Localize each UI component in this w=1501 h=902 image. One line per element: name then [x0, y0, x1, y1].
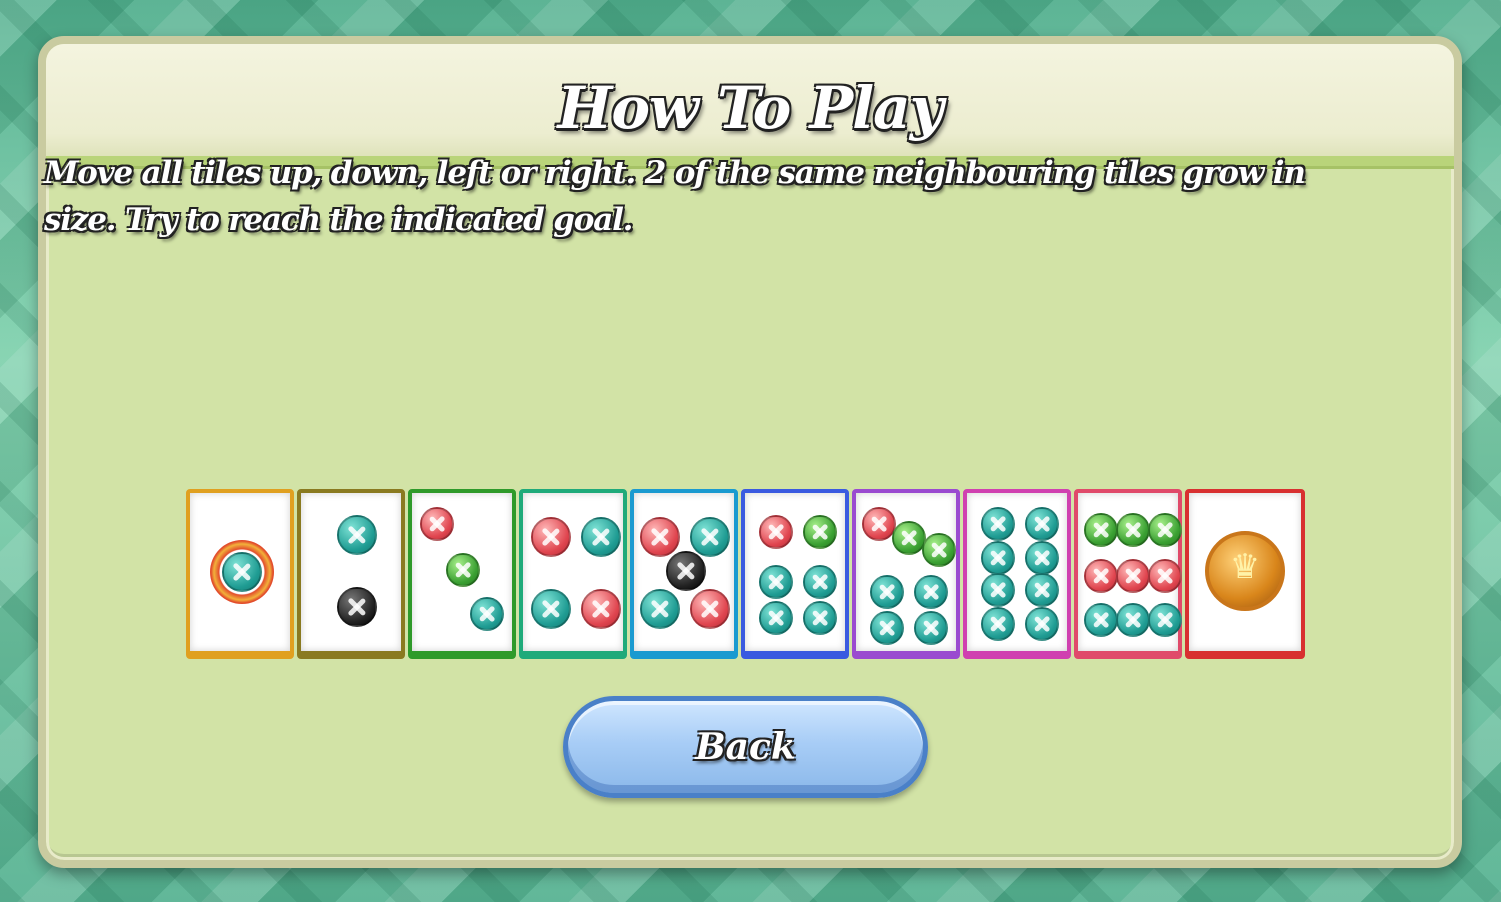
teal-pip-icon: [981, 607, 1015, 641]
tile-3: [408, 489, 516, 659]
teal-pip-icon: [581, 517, 621, 557]
teal-pip-icon: [981, 507, 1015, 541]
green-pip-icon: [803, 515, 837, 549]
teal-pip-icon: [1025, 541, 1059, 575]
tile-5: [630, 489, 738, 659]
tile-8: [963, 489, 1071, 659]
pip-icon: [222, 552, 262, 592]
green-pip-icon: [446, 553, 480, 587]
tile-6: [741, 489, 849, 659]
back-button-label: Back: [695, 726, 796, 768]
green-pip-icon: [892, 521, 926, 555]
teal-pip-icon: [1084, 603, 1118, 637]
teal-pip-icon: [870, 611, 904, 645]
teal-pip-icon: [1148, 603, 1182, 637]
teal-pip-icon: [803, 565, 837, 599]
back-button[interactable]: Back: [563, 696, 928, 798]
red-pip-icon: [1116, 559, 1150, 593]
teal-pip-icon: [981, 573, 1015, 607]
tile-2: [297, 489, 405, 659]
green-pip-icon: [1084, 513, 1118, 547]
tile-progression: ♛: [186, 489, 1305, 664]
instructions-text: Move all tiles up, down, left or right. …: [44, 155, 1306, 238]
red-pip-icon: [862, 507, 896, 541]
page-title: How To Play: [557, 74, 944, 142]
red-pip-icon: [640, 517, 680, 557]
teal-pip-icon: [914, 575, 948, 609]
teal-pip-icon: [803, 601, 837, 635]
teal-pip-icon: [1025, 507, 1059, 541]
crown-medal-icon: ♛: [1205, 531, 1285, 611]
teal-pip-icon: [759, 565, 793, 599]
teal-pip-icon: [337, 515, 377, 555]
teal-pip-icon: [470, 597, 504, 631]
red-pip-icon: [759, 515, 793, 549]
black-pip-icon: [337, 587, 377, 627]
teal-pip-icon: [1116, 603, 1150, 637]
green-pip-icon: [1116, 513, 1150, 547]
black-pip-icon: [666, 551, 706, 591]
teal-pip-icon: [914, 611, 948, 645]
red-pip-icon: [581, 589, 621, 629]
green-pip-icon: [922, 533, 956, 567]
red-pip-icon: [1148, 559, 1182, 593]
panel-header: How To Play: [46, 44, 1454, 166]
teal-pip-icon: [1025, 573, 1059, 607]
tile-9: [1074, 489, 1182, 659]
tile-4: [519, 489, 627, 659]
tile-goal: ♛: [1185, 489, 1305, 659]
teal-pip-icon: [1025, 607, 1059, 641]
red-pip-icon: [531, 517, 571, 557]
tile-1: [186, 489, 294, 659]
teal-pip-icon: [981, 541, 1015, 575]
teal-pip-icon: [759, 601, 793, 635]
red-pip-icon: [1084, 559, 1118, 593]
green-pip-icon: [1148, 513, 1182, 547]
teal-pip-icon: [640, 589, 680, 629]
red-pip-icon: [690, 589, 730, 629]
teal-pip-icon: [531, 589, 571, 629]
red-pip-icon: [420, 507, 454, 541]
teal-pip-icon: [870, 575, 904, 609]
teal-pip-icon: [690, 517, 730, 557]
tile-7: [852, 489, 960, 659]
